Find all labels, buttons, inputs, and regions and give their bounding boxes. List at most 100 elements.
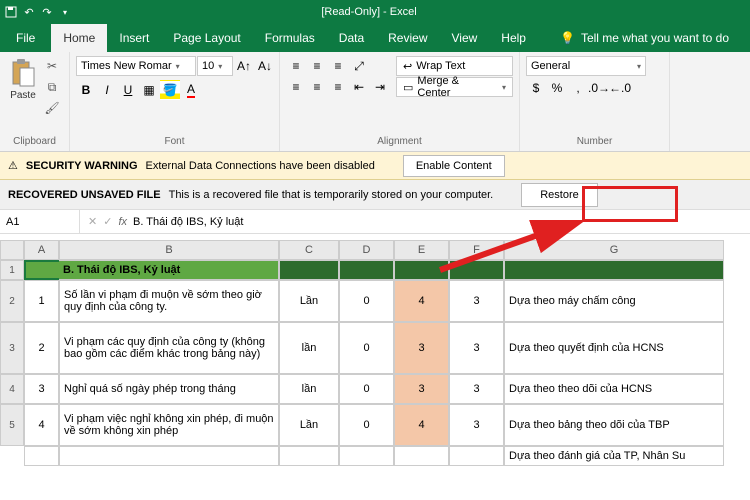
undo-icon[interactable]: ↶ <box>22 5 36 19</box>
cell[interactable]: Dựa theo theo dõi của HCNS <box>504 374 724 404</box>
cell[interactable] <box>339 260 394 280</box>
align-bottom-icon[interactable]: ≡ <box>328 56 348 76</box>
cell[interactable] <box>279 260 339 280</box>
cell[interactable]: Dựa theo đánh giá của TP, Nhân Su <box>504 446 724 466</box>
tab-view[interactable]: View <box>440 24 490 52</box>
underline-button[interactable]: U <box>118 80 138 100</box>
paste-button[interactable]: Paste <box>6 56 40 103</box>
cell[interactable]: 4 <box>394 280 449 322</box>
italic-button[interactable]: I <box>97 80 117 100</box>
cell[interactable] <box>24 260 59 280</box>
tell-me[interactable]: 💡Tell me what you want to do <box>548 24 741 52</box>
decrease-decimal-icon[interactable]: ←.0 <box>610 78 630 98</box>
decrease-indent-icon[interactable]: ⇤ <box>349 77 369 97</box>
cell[interactable]: 4 <box>24 404 59 446</box>
col-header[interactable]: F <box>449 240 504 260</box>
cell[interactable]: 0 <box>339 374 394 404</box>
cell[interactable]: Số lần vi phạm đi muộn về sớm theo giờ q… <box>59 280 279 322</box>
save-icon[interactable] <box>4 5 18 19</box>
font-name-combo[interactable]: Times New Romar▾ <box>76 56 196 76</box>
cell[interactable]: 0 <box>339 322 394 374</box>
tab-pagelayout[interactable]: Page Layout <box>161 24 252 52</box>
tab-insert[interactable]: Insert <box>107 24 161 52</box>
cell[interactable] <box>279 446 339 466</box>
cell[interactable]: 3 <box>449 322 504 374</box>
cell[interactable]: 0 <box>339 404 394 446</box>
cell[interactable]: 3 <box>449 280 504 322</box>
increase-indent-icon[interactable]: ⇥ <box>370 77 390 97</box>
cell[interactable]: 3 <box>449 404 504 446</box>
row-header[interactable]: 5 <box>0 404 24 446</box>
fx-icon[interactable]: fx <box>118 216 127 228</box>
col-header[interactable]: G <box>504 240 724 260</box>
cell[interactable]: B. Thái độ IBS, Kỷ luật <box>59 260 279 280</box>
row-header[interactable]: 1 <box>0 260 24 280</box>
orientation-icon[interactable]: ⤢ <box>349 56 369 76</box>
comma-icon[interactable]: , <box>568 78 588 98</box>
align-top-icon[interactable]: ≡ <box>286 56 306 76</box>
cell[interactable]: Dựa theo quyết định của HCNS <box>504 322 724 374</box>
cell[interactable]: 4 <box>394 404 449 446</box>
cell[interactable]: Nghỉ quá số ngày phép trong tháng <box>59 374 279 404</box>
font-size-combo[interactable]: 10▾ <box>197 56 233 76</box>
font-color-icon[interactable]: A <box>181 80 201 100</box>
cell[interactable]: lần <box>279 322 339 374</box>
row-header[interactable]: 2 <box>0 280 24 322</box>
align-center-icon[interactable]: ≡ <box>307 77 327 97</box>
cancel-formula-icon[interactable]: ✕ <box>88 215 97 228</box>
cell[interactable] <box>504 260 724 280</box>
cell[interactable] <box>449 446 504 466</box>
cell[interactable]: 3 <box>394 322 449 374</box>
cell[interactable]: Dựa theo bảng theo dõi của TBP <box>504 404 724 446</box>
cell[interactable]: 2 <box>24 322 59 374</box>
cell[interactable]: 0 <box>339 280 394 322</box>
cell[interactable]: Vi phạm các quy định của công ty (không … <box>59 322 279 374</box>
select-all-corner[interactable] <box>0 240 24 260</box>
col-header[interactable]: E <box>394 240 449 260</box>
bold-button[interactable]: B <box>76 80 96 100</box>
col-header[interactable]: C <box>279 240 339 260</box>
cell[interactable]: 3 <box>394 374 449 404</box>
percent-icon[interactable]: % <box>547 78 567 98</box>
increase-decimal-icon[interactable]: .0→ <box>589 78 609 98</box>
cell[interactable]: 3 <box>24 374 59 404</box>
cell[interactable]: lần <box>279 374 339 404</box>
cell[interactable] <box>339 446 394 466</box>
row-header[interactable]: 4 <box>0 374 24 404</box>
cell[interactable] <box>449 260 504 280</box>
col-header[interactable]: A <box>24 240 59 260</box>
cell[interactable]: Dựa theo máy chấm công <box>504 280 724 322</box>
cell[interactable]: Lần <box>279 404 339 446</box>
cell[interactable]: 3 <box>449 374 504 404</box>
number-format-combo[interactable]: General▾ <box>526 56 646 76</box>
enable-content-button[interactable]: Enable Content <box>403 155 505 177</box>
tab-data[interactable]: Data <box>327 24 376 52</box>
cell[interactable] <box>24 446 59 466</box>
formula-bar[interactable]: B. Thái độ IBS, Kỷ luật <box>133 216 243 228</box>
align-middle-icon[interactable]: ≡ <box>307 56 327 76</box>
currency-icon[interactable]: $ <box>526 78 546 98</box>
row-header[interactable]: 3 <box>0 322 24 374</box>
tab-help[interactable]: Help <box>489 24 538 52</box>
align-right-icon[interactable]: ≡ <box>328 77 348 97</box>
copy-icon[interactable]: ⧉ <box>42 77 62 97</box>
cell[interactable]: Lần <box>279 280 339 322</box>
merge-center-button[interactable]: ▭Merge & Center▾ <box>396 77 513 97</box>
increase-font-icon[interactable]: A↑ <box>234 56 254 76</box>
col-header[interactable]: B <box>59 240 279 260</box>
name-box[interactable]: A1 <box>0 210 80 233</box>
tab-review[interactable]: Review <box>376 24 439 52</box>
fill-color-icon[interactable]: 🪣 <box>160 80 180 100</box>
cell[interactable] <box>394 260 449 280</box>
cell[interactable] <box>59 446 279 466</box>
decrease-font-icon[interactable]: A↓ <box>255 56 275 76</box>
restore-button[interactable]: Restore <box>521 183 598 207</box>
align-left-icon[interactable]: ≡ <box>286 77 306 97</box>
cell[interactable]: 1 <box>24 280 59 322</box>
qat-dropdown-icon[interactable]: ▾ <box>58 5 72 19</box>
redo-icon[interactable]: ↷ <box>40 5 54 19</box>
format-painter-icon[interactable]: 🖌 <box>42 98 62 118</box>
wrap-text-button[interactable]: ↩Wrap Text <box>396 56 513 76</box>
enter-formula-icon[interactable]: ✓ <box>103 215 112 228</box>
border-icon[interactable]: ▦ <box>139 80 159 100</box>
